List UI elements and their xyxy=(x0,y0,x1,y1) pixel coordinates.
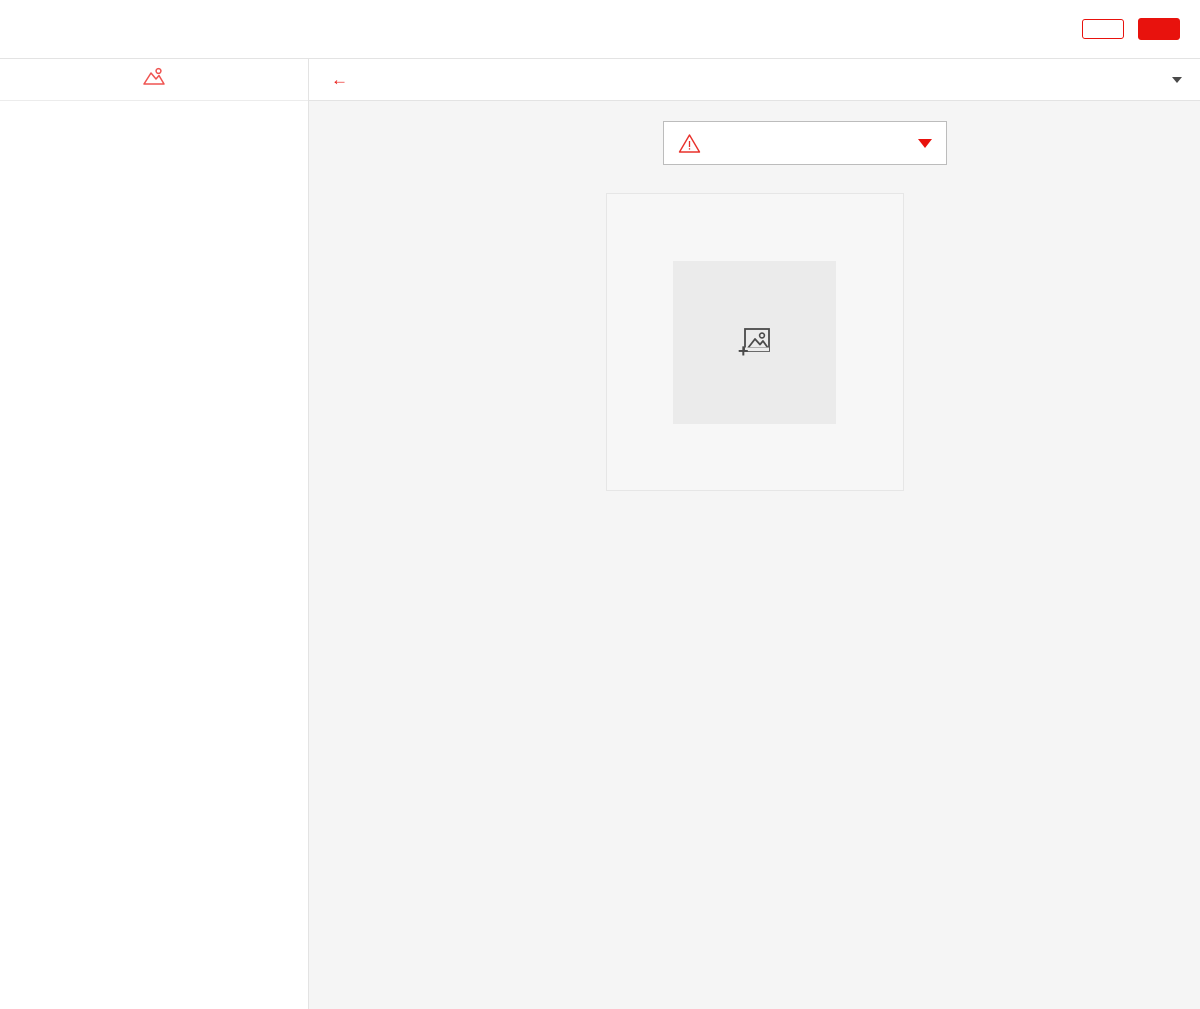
photos-sidebar xyxy=(0,59,309,1009)
sidebar-tabstrip xyxy=(0,59,308,101)
tab-photos[interactable] xyxy=(141,67,167,93)
add-image-icon xyxy=(738,323,772,362)
add-to-cart-button[interactable] xyxy=(1138,18,1180,40)
book-canvas xyxy=(309,101,1200,1009)
photo-thumbnail-grid[interactable] xyxy=(0,135,308,1009)
app-root: ← xyxy=(0,0,1200,1009)
photos-icon xyxy=(141,67,167,92)
drag-photos-hint xyxy=(0,101,308,135)
top-bar-actions xyxy=(1082,18,1180,40)
back-button[interactable]: ← xyxy=(331,71,357,88)
top-bar xyxy=(0,0,1200,59)
save-button[interactable] xyxy=(1082,19,1124,39)
overview-header xyxy=(309,101,1200,165)
caret-down-icon xyxy=(1172,77,1182,83)
warnings-caret-down-icon[interactable] xyxy=(918,139,932,148)
app-body: ← xyxy=(0,59,1200,1009)
warnings-dropdown[interactable] xyxy=(663,121,947,165)
main-panel: ← xyxy=(309,59,1200,1009)
arrow-left-icon: ← xyxy=(331,71,348,88)
main-toolbar: ← xyxy=(309,59,1200,101)
product-selector[interactable] xyxy=(1144,77,1182,83)
front-cover-page[interactable] xyxy=(606,193,904,491)
front-cover-section xyxy=(309,193,1200,504)
front-cover-dropzone[interactable] xyxy=(673,261,836,424)
warning-triangle-icon xyxy=(678,133,701,154)
